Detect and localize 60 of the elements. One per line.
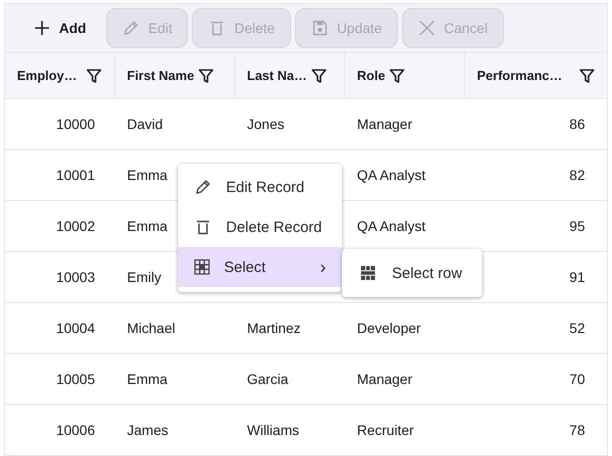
menu-item[interactable]: Select › (178, 247, 342, 287)
save-icon (310, 19, 329, 37)
table-cell: 52 (569, 320, 585, 336)
grid-icon (194, 259, 210, 275)
column-title: Role (357, 68, 386, 83)
table-cell: David (127, 116, 163, 132)
grid-icon (360, 265, 376, 281)
close-icon (418, 19, 436, 37)
column-header[interactable]: Performanc… (465, 53, 607, 98)
pencil-icon (122, 19, 140, 37)
table-cell: 78 (569, 422, 585, 438)
table-cell: 10001 (56, 167, 95, 183)
column-header[interactable]: Role (345, 53, 465, 98)
table-cell: Michael (127, 320, 176, 336)
menu-item[interactable]: Delete Record (178, 207, 342, 247)
table-cell: Garcia (247, 371, 288, 387)
table-cell: Emma (127, 218, 168, 234)
trash-icon (194, 218, 212, 236)
table-cell: Recruiter (357, 422, 414, 438)
table-cell: 95 (569, 218, 585, 234)
table-cell: Jones (247, 116, 284, 132)
table-cell: 10003 (56, 269, 95, 285)
table-cell: 10002 (56, 218, 95, 234)
filter-icon[interactable] (389, 68, 406, 84)
filter-icon[interactable] (579, 68, 595, 84)
menu-item[interactable]: Edit Record (178, 167, 342, 207)
table-cell: Emma (127, 371, 168, 387)
filter-icon[interactable] (198, 68, 214, 84)
filter-icon[interactable] (86, 68, 102, 84)
plus-icon (33, 19, 51, 37)
chevron-icon: › (320, 256, 326, 278)
table-cell: 10005 (56, 371, 95, 387)
table-cell: 91 (569, 269, 585, 285)
table-cell: QA Analyst (357, 218, 426, 234)
column-title: Employ… (17, 68, 78, 83)
filter-icon[interactable] (310, 68, 327, 84)
toolbar-button[interactable]: Add (29, 8, 102, 48)
table-cell: 10006 (56, 422, 95, 438)
table-cell: 10000 (56, 116, 95, 132)
table-cell: 86 (569, 116, 585, 132)
table-cell: James (127, 422, 168, 438)
pencil-icon (194, 178, 212, 196)
column-title: First Name (127, 68, 194, 83)
menu-item[interactable]: Select row (342, 249, 482, 297)
column-header[interactable]: First Name (115, 53, 235, 98)
column-title: Performanc… (477, 68, 564, 83)
table-cell: Manager (357, 116, 412, 132)
table-cell: QA Analyst (357, 167, 426, 183)
table-cell: Emma (127, 167, 168, 183)
table-cell: 82 (569, 167, 585, 183)
column-title: Last Na… (247, 68, 307, 83)
table-cell: 10004 (56, 320, 95, 336)
column-header[interactable]: Employ… (5, 53, 115, 98)
column-header[interactable]: Last Na… (235, 53, 345, 98)
table-cell: Martinez (247, 320, 301, 336)
table-cell: Emily (127, 269, 162, 285)
table-cell: Manager (357, 371, 412, 387)
table-cell: Developer (357, 320, 421, 336)
table-cell: Williams (247, 422, 300, 438)
table-cell: 70 (569, 371, 585, 387)
